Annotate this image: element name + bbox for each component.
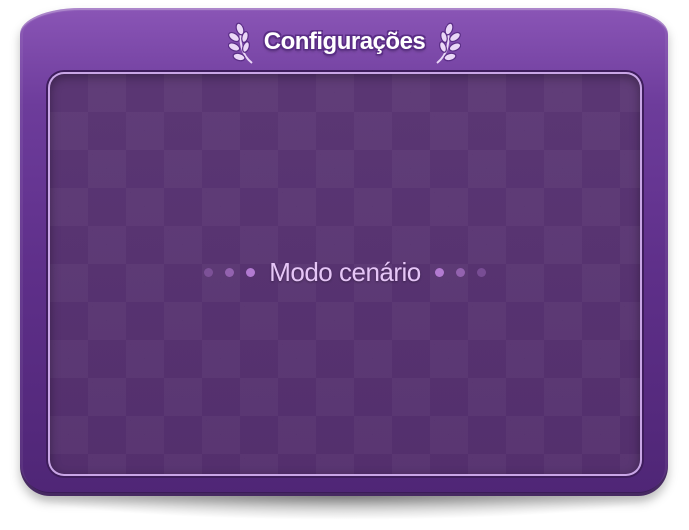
laurel-left-icon xyxy=(227,22,253,64)
dot-decoration xyxy=(434,267,444,277)
dot-decoration xyxy=(204,267,214,277)
dialog-title: Configurações xyxy=(263,28,426,55)
dot-decoration xyxy=(246,267,256,277)
mode-label[interactable]: Modo cenário xyxy=(269,257,421,288)
right-dots xyxy=(434,267,486,277)
dot-decoration xyxy=(225,267,235,277)
title-banner: Configurações xyxy=(0,16,689,68)
mode-row[interactable]: Modo cenário xyxy=(50,252,640,292)
laurel-right-icon xyxy=(436,22,462,64)
left-dots xyxy=(204,267,256,277)
settings-screen: Configurações Modo cenário xyxy=(0,0,689,530)
dot-decoration xyxy=(476,267,486,277)
dot-decoration xyxy=(455,267,465,277)
